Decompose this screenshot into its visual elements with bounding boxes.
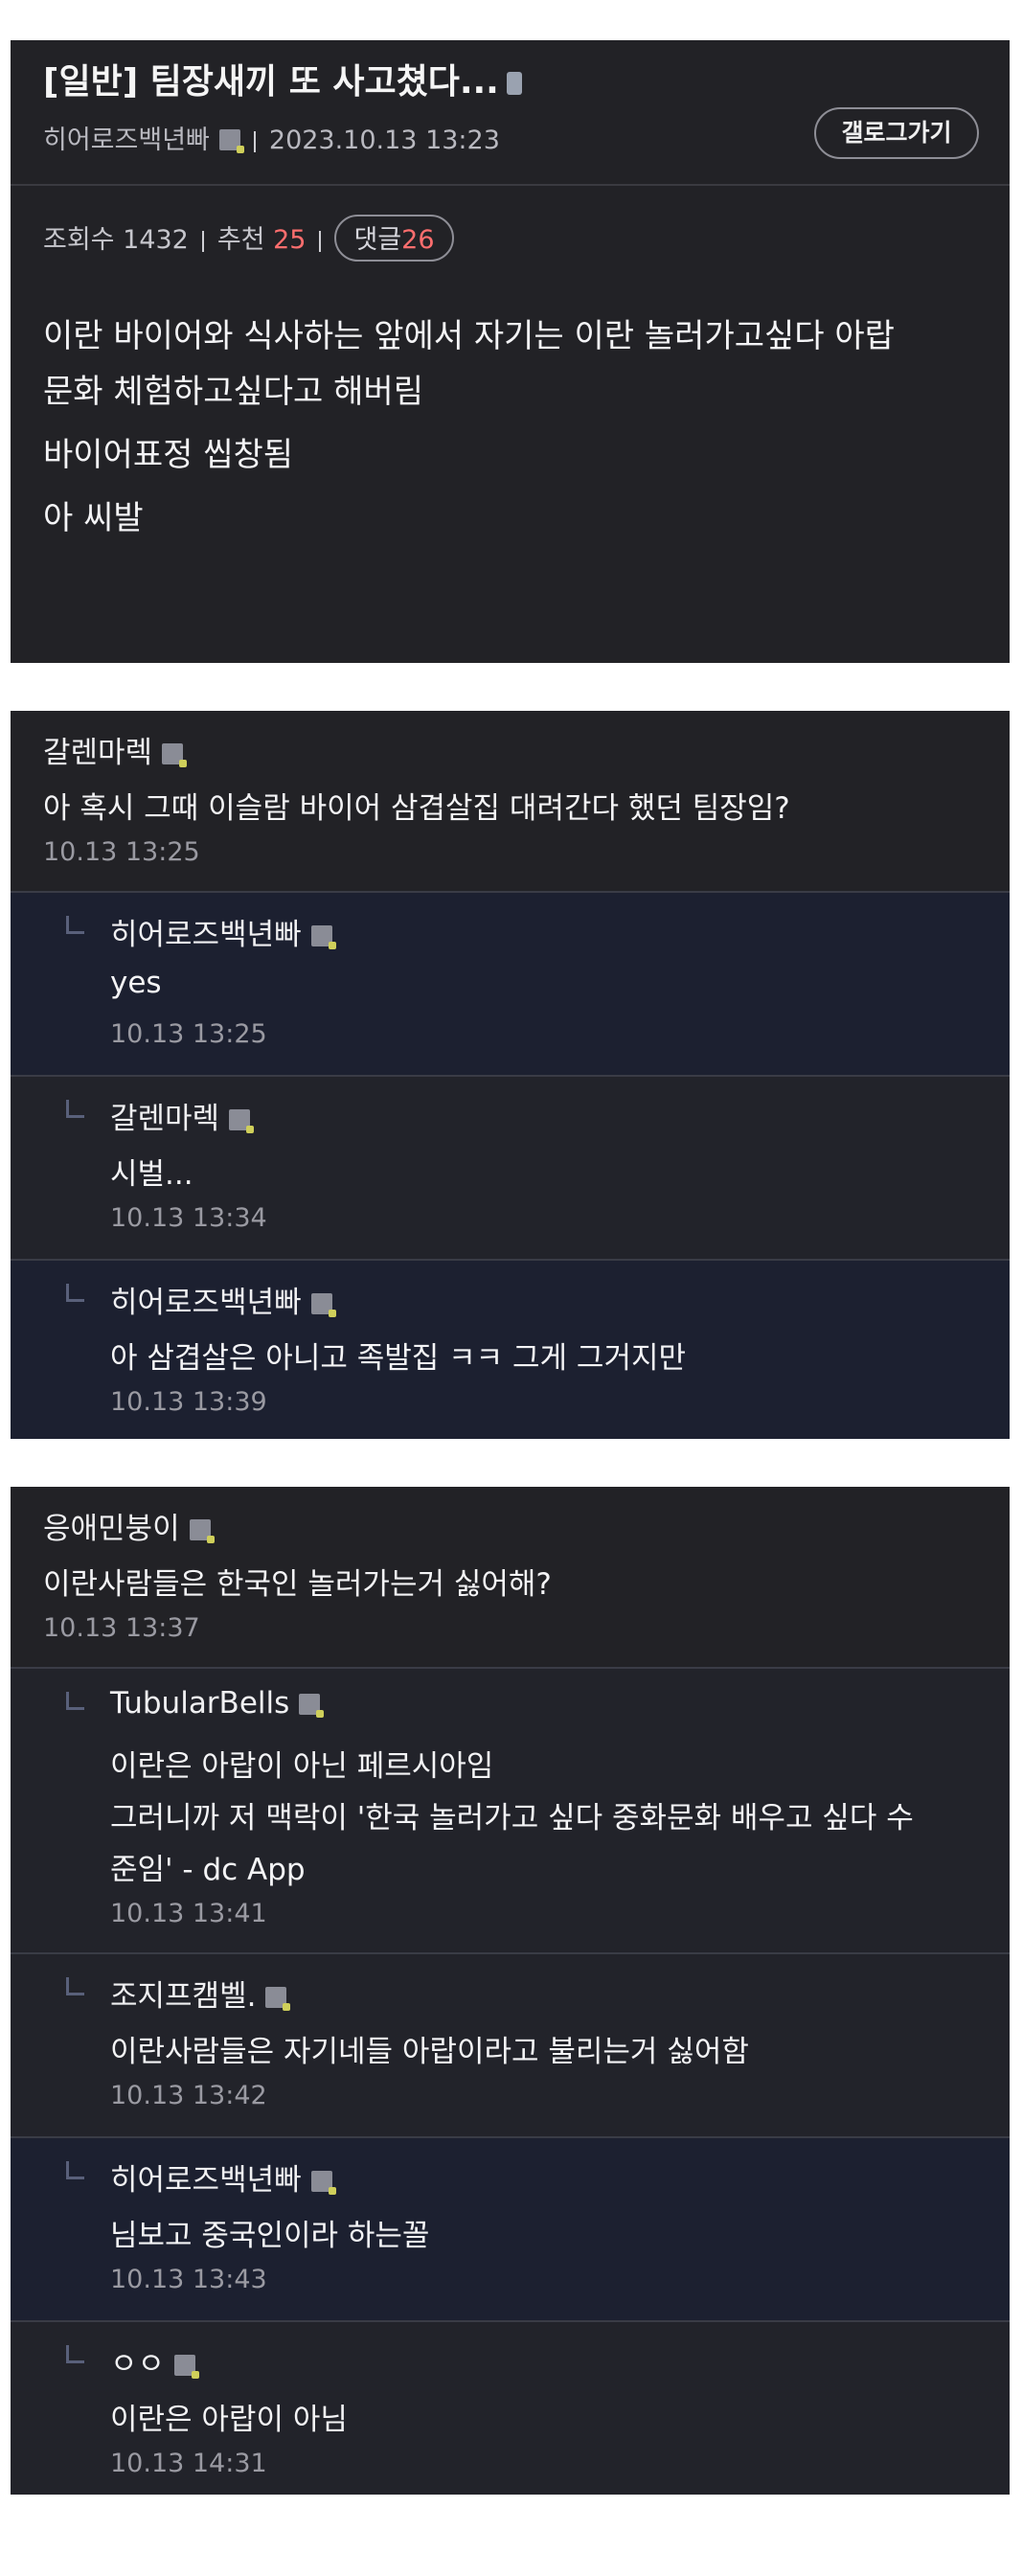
comment-time: 10.13 13:25 (43, 837, 200, 867)
post-header: [일반] 팀장새끼 또 사고쳤다... 히어로즈백년빠 2023.10.13 13… (11, 40, 1010, 186)
body-line: 아 씨발 (43, 499, 144, 537)
recommend-label: 추천 (216, 225, 265, 255)
reply: 히어로즈백년빠 yes 10.13 13:25 (11, 891, 1010, 1075)
comment-thread: 응애민붕이 이란사람들은 한국인 놀러가는거 싫어해? 10.13 13:37 … (11, 1487, 1010, 2495)
post-title: [일반] 팀장새끼 또 사고쳤다... (43, 54, 522, 103)
member-icon (265, 1987, 291, 2011)
mobile-icon (506, 72, 522, 95)
reply-text: 님보고 중국인이라 하는꼴 (110, 2219, 430, 2253)
reply-arrow-icon (66, 1692, 84, 1710)
member-icon (162, 743, 188, 767)
reply-arrow-icon (66, 1977, 84, 1995)
reply-text: 시벌... (110, 1157, 193, 1192)
reply-time: 10.13 13:25 (110, 1019, 267, 1049)
reply-time: 10.13 13:43 (110, 2265, 267, 2294)
post-date: 2023.10.13 13:23 (268, 125, 500, 155)
reply-arrow-icon (66, 916, 84, 934)
post-card: [일반] 팀장새끼 또 사고쳤다... 히어로즈백년빠 2023.10.13 13… (11, 40, 1010, 663)
member-icon (174, 2355, 200, 2379)
comment-nick[interactable]: 갈렌마렉 (43, 728, 188, 771)
comment-nick[interactable]: 응애민붕이 (43, 1504, 215, 1547)
reply-text: 이란은 아랍이 아님 (110, 2403, 348, 2437)
reply-arrow-icon (66, 2161, 84, 2179)
reply-nick[interactable]: ㅇㅇ (110, 2339, 200, 2382)
reply: ㅇㅇ 이란은 아랍이 아님 10.13 14:31 (11, 2320, 1010, 2495)
comment-text: 아 혹시 그때 이슬람 바이어 삼겹살집 대려간다 했던 팀장임? (43, 791, 790, 826)
reply: TubularBells 이란은 아랍이 아닌 페르시아임 그러니까 저 맥락이… (11, 1667, 1010, 1952)
member-icon (218, 129, 244, 153)
post-body: 이란 바이어와 식사하는 앞에서 자기는 이란 놀러가고싶다 아랍 문화 체험하… (43, 308, 971, 546)
reply-text: 그러니까 저 맥락이 '한국 놀러가고 싶다 중화문화 배우고 싶다 수 (110, 1801, 914, 1835)
comment-text: 이란사람들은 한국인 놀러가는거 싫어해? (43, 1567, 552, 1602)
comment: 응애민붕이 이란사람들은 한국인 놀러가는거 싫어해? 10.13 13:37 (11, 1487, 1010, 1667)
member-icon (229, 1109, 255, 1133)
reply: 갈렌마렉 시벌... 10.13 13:34 (11, 1075, 1010, 1259)
post-author[interactable]: 히어로즈백년빠 (43, 125, 210, 155)
comment-count-button[interactable]: 댓글26 (334, 215, 454, 262)
reply-text: yes (110, 966, 162, 1000)
member-icon (310, 925, 336, 949)
reply-text: 아 삼겹살은 아니고 족발집 ㅋㅋ 그게 그거지만 (110, 1341, 687, 1376)
reply: 히어로즈백년빠 님보고 중국인이라 하는꼴 10.13 13:43 (11, 2136, 1010, 2320)
reply-nick[interactable]: 히어로즈백년빠 (110, 910, 336, 953)
comment-label: 댓글 (353, 225, 402, 255)
reply-nick[interactable]: 히어로즈백년빠 (110, 2155, 336, 2199)
reply: 히어로즈백년빠 아 삼겹살은 아니고 족발집 ㅋㅋ 그게 그거지만 10.13 … (11, 1259, 1010, 1439)
body-line: 이란 바이어와 식사하는 앞에서 자기는 이란 놀러가고싶다 아랍 (43, 317, 895, 355)
divider (319, 230, 322, 252)
reply-arrow-icon (66, 1100, 84, 1118)
divider (253, 130, 256, 152)
member-icon (299, 1694, 325, 1718)
reply-text: 이란사람들은 자기네들 아랍이라고 불리는거 싫어함 (110, 2035, 749, 2069)
body-line: 문화 체험하고싶다고 해버림 (43, 373, 423, 411)
comment: 갈렌마렉 아 혹시 그때 이슬람 바이어 삼겹살집 대려간다 했던 팀장임? 1… (11, 711, 1010, 891)
comment-count: 26 (401, 225, 435, 255)
post-meta: 히어로즈백년빠 2023.10.13 13:23 (43, 119, 500, 156)
reply-arrow-icon (66, 1284, 84, 1302)
gallog-button[interactable]: 갤로그가기 (814, 107, 979, 159)
view-count: 조회수 1432 (43, 225, 189, 255)
body-line: 바이어표정 씹창됨 (43, 436, 294, 474)
reply-nick[interactable]: TubularBells (110, 1686, 325, 1721)
member-icon (310, 2171, 336, 2195)
reply-time: 10.13 13:34 (110, 1203, 267, 1233)
reply-nick[interactable]: 히어로즈백년빠 (110, 1278, 336, 1321)
member-icon (189, 1519, 215, 1543)
reply-arrow-icon (66, 2345, 84, 2363)
reply-nick[interactable]: 조지프캠벨. (110, 1972, 291, 2015)
reply-text: 준임' - dc App (110, 1853, 306, 1887)
reply-time: 10.13 13:42 (110, 2081, 267, 2110)
reply: 조지프캠벨. 이란사람들은 자기네들 아랍이라고 불리는거 싫어함 10.13 … (11, 1952, 1010, 2136)
reply-time: 10.13 13:39 (110, 1387, 267, 1417)
divider (201, 230, 204, 252)
recommend-count: 25 (273, 225, 307, 255)
reply-time: 10.13 13:41 (110, 1899, 267, 1928)
reply-time: 10.13 14:31 (110, 2449, 267, 2478)
post-stats: 조회수 1432 추천 25 댓글26 (43, 215, 454, 262)
member-icon (310, 1293, 336, 1317)
reply-nick[interactable]: 갈렌마렉 (110, 1094, 255, 1137)
reply-text: 이란은 아랍이 아닌 페르시아임 (110, 1749, 494, 1784)
comment-thread: 갈렌마렉 아 혹시 그때 이슬람 바이어 삼겹살집 대려간다 했던 팀장임? 1… (11, 711, 1010, 1439)
comment-time: 10.13 13:37 (43, 1613, 200, 1643)
